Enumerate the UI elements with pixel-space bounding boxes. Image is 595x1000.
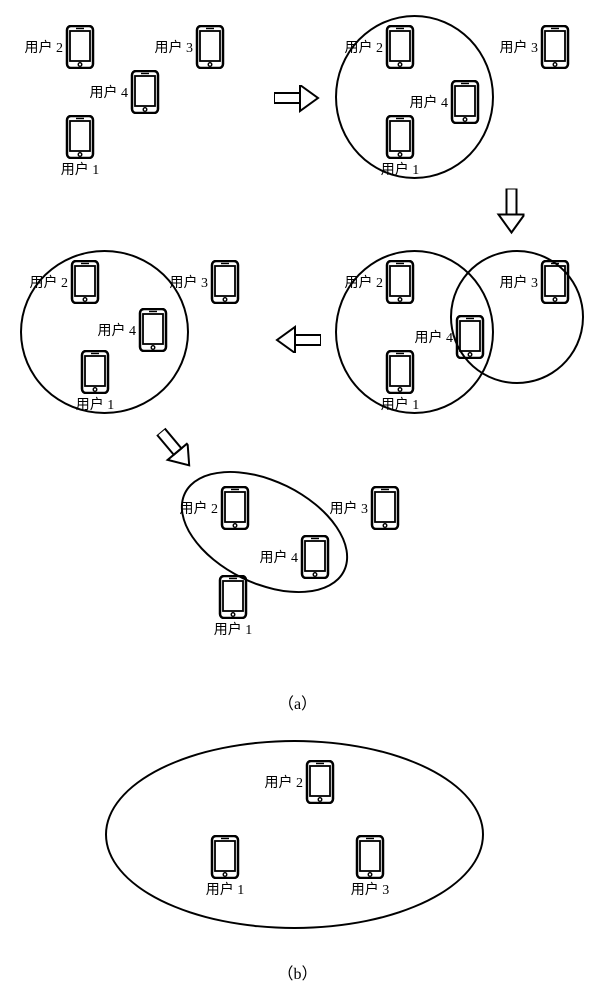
- user-label: 用户 1: [214, 619, 253, 639]
- user-1: 用户 1: [385, 350, 415, 394]
- smartphone-icon: [70, 260, 100, 304]
- user-label: 用户 3: [500, 37, 539, 57]
- user-4: 用户 4: [450, 80, 480, 124]
- user-2: 用户 2: [70, 260, 100, 304]
- step-2: 用户 2 用户 3 用户 4 用户 1: [330, 15, 585, 175]
- user-label: 用户 4: [260, 547, 299, 567]
- smartphone-icon: [220, 486, 250, 530]
- smartphone-icon: [355, 835, 385, 879]
- arrow-icon: [275, 320, 321, 353]
- caption-b: （b）: [277, 960, 317, 984]
- user-3: 用户 3: [540, 260, 570, 304]
- subfigure-b: 用户 2 用户 1 用户 3: [105, 740, 485, 930]
- group-ellipse: [105, 740, 484, 929]
- smartphone-icon: [305, 760, 335, 804]
- user-3: 用户 3: [355, 835, 385, 879]
- user-label: 用户 2: [265, 772, 304, 792]
- user-2: 用户 2: [385, 260, 415, 304]
- user-3: 用户 3: [210, 260, 240, 304]
- user-label: 用户 3: [155, 37, 194, 57]
- user-label: 用户 4: [90, 82, 129, 102]
- smartphone-icon: [195, 25, 225, 69]
- user-4: 用户 4: [300, 535, 330, 579]
- user-1: 用户 1: [218, 575, 248, 619]
- user-4: 用户 4: [455, 315, 485, 359]
- user-2: 用户 2: [220, 486, 250, 530]
- user-4: 用户 4: [138, 308, 168, 352]
- user-2: 用户 2: [305, 760, 335, 804]
- user-1: 用户 1: [385, 115, 415, 159]
- smartphone-icon: [540, 25, 570, 69]
- user-label: 用户 3: [330, 498, 369, 518]
- smartphone-icon: [385, 260, 415, 304]
- smartphone-icon: [65, 115, 95, 159]
- user-label: 用户 2: [25, 37, 64, 57]
- smartphone-icon: [450, 80, 480, 124]
- smartphone-icon: [65, 25, 95, 69]
- user-label: 用户 3: [351, 879, 390, 899]
- arrow-icon: [492, 189, 525, 235]
- user-label: 用户 1: [381, 159, 420, 179]
- smartphone-icon: [370, 486, 400, 530]
- user-1: 用户 1: [80, 350, 110, 394]
- arrow-icon: [146, 423, 201, 479]
- user-1: 用户 1: [65, 115, 95, 159]
- smartphone-icon: [210, 835, 240, 879]
- group-ellipse: [161, 446, 367, 618]
- user-label: 用户 1: [61, 159, 100, 179]
- smartphone-icon: [130, 70, 160, 114]
- smartphone-icon: [300, 535, 330, 579]
- smartphone-icon: [218, 575, 248, 619]
- caption-a: （a）: [278, 690, 317, 714]
- user-label: 用户 1: [381, 394, 420, 414]
- step-3: 用户 2 用户 3 用户 4 用户 1: [330, 250, 585, 410]
- smartphone-icon: [385, 350, 415, 394]
- user-3: 用户 3: [540, 25, 570, 69]
- user-3: 用户 3: [370, 486, 400, 530]
- step-5: 用户 2 用户 3 用户 4 用户 1: [150, 480, 410, 650]
- user-label: 用户 4: [410, 92, 449, 112]
- user-label: 用户 2: [180, 498, 219, 518]
- user-label: 用户 4: [415, 327, 454, 347]
- smartphone-icon: [540, 260, 570, 304]
- user-label: 用户 3: [170, 272, 209, 292]
- smartphone-icon: [138, 308, 168, 352]
- user-label: 用户 2: [30, 272, 69, 292]
- user-2: 用户 2: [385, 25, 415, 69]
- user-label: 用户 4: [98, 320, 137, 340]
- user-label: 用户 2: [345, 272, 384, 292]
- user-2: 用户 2: [65, 25, 95, 69]
- step-4: 用户 2 用户 3 用户 4 用户 1: [20, 250, 270, 410]
- user-label: 用户 2: [345, 37, 384, 57]
- user-4: 用户 4: [130, 70, 160, 114]
- user-label: 用户 1: [206, 879, 245, 899]
- smartphone-icon: [455, 315, 485, 359]
- step-1: 用户 2 用户 3 用户 4 用户 1: [20, 15, 270, 175]
- smartphone-icon: [210, 260, 240, 304]
- smartphone-icon: [385, 25, 415, 69]
- user-label: 用户 3: [500, 272, 539, 292]
- smartphone-icon: [385, 115, 415, 159]
- smartphone-icon: [80, 350, 110, 394]
- user-1: 用户 1: [210, 835, 240, 879]
- user-3: 用户 3: [195, 25, 225, 69]
- user-label: 用户 1: [76, 394, 115, 414]
- arrow-icon: [274, 85, 320, 118]
